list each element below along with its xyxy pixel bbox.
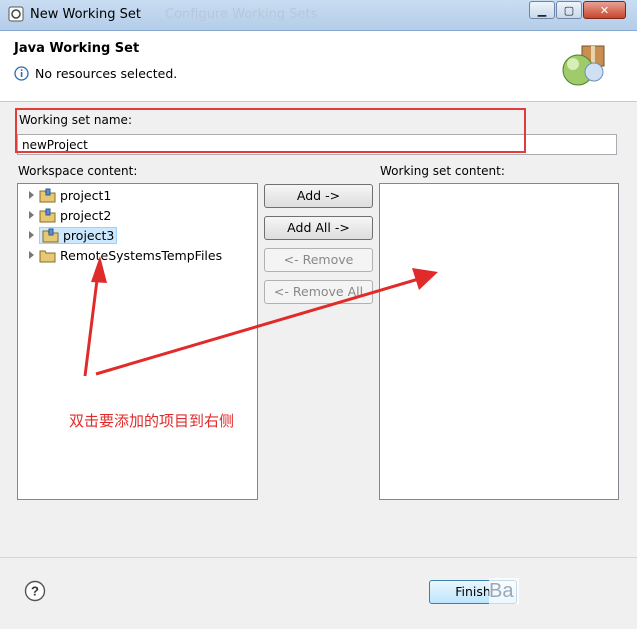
svg-text:?: ? — [31, 584, 39, 599]
footer-separator — [0, 557, 637, 558]
annotation-arrows — [83, 256, 438, 377]
annotation-text: 双击要添加的项目到右侧 — [69, 412, 235, 430]
watermark-logo: Ba — [489, 578, 519, 604]
annotation-arrow-left — [83, 271, 100, 377]
annotation-arrow-right — [95, 276, 423, 376]
annotation-arrowhead-left — [91, 256, 107, 283]
help-icon[interactable]: ? — [24, 580, 46, 602]
annotation-arrowhead-right — [412, 268, 438, 290]
